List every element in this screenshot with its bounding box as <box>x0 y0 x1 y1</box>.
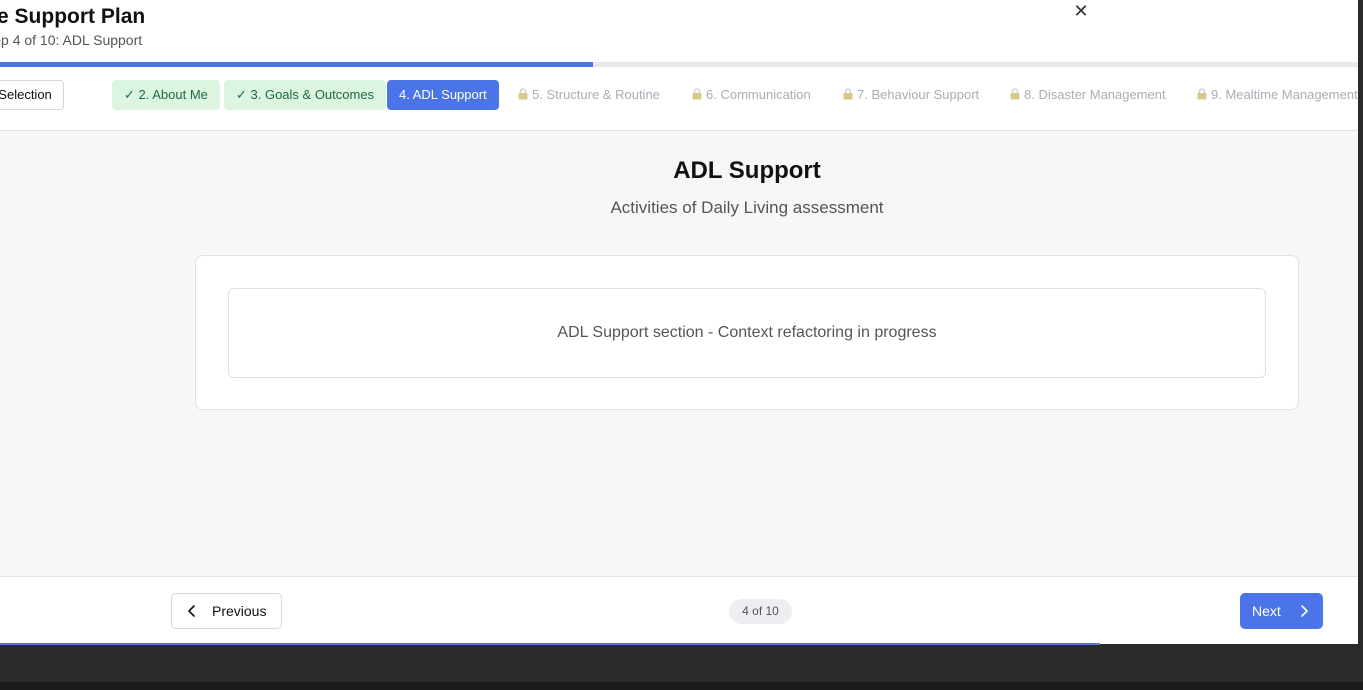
step-label: 7. Behaviour Support <box>857 87 980 102</box>
step-label: 4. ADL Support <box>399 87 487 102</box>
step-tab-about-me[interactable]: ✓ 2. About Me <box>112 80 220 110</box>
lock-icon <box>518 88 528 100</box>
window-edge <box>1358 0 1363 690</box>
care-plan-modal: Care Support Plan Step 4 of 10: ADL Supp… <box>0 0 1358 644</box>
step-counter-badge: 4 of 10 <box>729 599 792 624</box>
previous-button[interactable]: Previous <box>171 593 282 629</box>
next-label: Next <box>1252 603 1281 619</box>
previous-label: Previous <box>212 603 267 619</box>
step-tab-structure-routine[interactable]: 5. Structure & Routine <box>515 80 672 110</box>
next-button[interactable]: Next <box>1240 593 1323 629</box>
modal-header: Care Support Plan Step 4 of 10: ADL Supp… <box>0 0 1358 62</box>
placeholder-message: ADL Support section - Context refactorin… <box>228 288 1266 378</box>
close-button[interactable]: ✕ <box>1071 1 1091 21</box>
page-title: Care Support Plan <box>0 5 146 28</box>
step-label: 6. Communication <box>706 87 811 102</box>
section-subtitle: Activities of Daily Living assessment <box>610 198 884 217</box>
lock-icon <box>1010 88 1020 100</box>
step-subtitle: Step 4 of 10: ADL Support <box>0 32 143 48</box>
section-card: ADL Support section - Context refactorin… <box>195 255 1299 410</box>
close-icon: ✕ <box>1073 1 1089 21</box>
step-tab-disaster-management[interactable]: 8. Disaster Management <box>1007 80 1178 110</box>
step-label: 9. Mealtime Management <box>1211 87 1358 102</box>
step-label: 8. Disaster Management <box>1024 87 1166 102</box>
step-tab-behaviour-support[interactable]: 7. Behaviour Support <box>840 80 991 110</box>
modal-bottom-accent <box>0 643 1100 645</box>
chevron-left-icon <box>186 594 198 640</box>
step-tab-adl-support[interactable]: 4. ADL Support <box>387 80 499 110</box>
step-label: ✓ 2. About Me <box>124 87 208 102</box>
taskbar-strip <box>0 682 1363 690</box>
step-navigation: 1. Client Selection ✓ 2. About Me ✓ 3. G… <box>0 67 1358 131</box>
lock-icon <box>1197 88 1207 100</box>
step-tab-mealtime-management[interactable]: 9. Mealtime Management <box>1194 80 1358 110</box>
modal-footer: Previous 4 of 10 Next <box>0 576 1358 644</box>
step-tab-goals-outcomes[interactable]: ✓ 3. Goals & Outcomes <box>224 80 387 110</box>
step-tab-communication[interactable]: 6. Communication <box>689 80 823 110</box>
lock-icon <box>843 88 853 100</box>
lock-icon <box>692 88 702 100</box>
step-label: 5. Structure & Routine <box>532 87 660 102</box>
step-tab-client-selection[interactable]: 1. Client Selection <box>0 80 64 110</box>
step-label: 1. Client Selection <box>0 87 52 102</box>
chevron-right-icon <box>1298 593 1310 642</box>
step-label: ✓ 3. Goals & Outcomes <box>236 87 375 102</box>
section-title: ADL Support <box>673 157 821 184</box>
